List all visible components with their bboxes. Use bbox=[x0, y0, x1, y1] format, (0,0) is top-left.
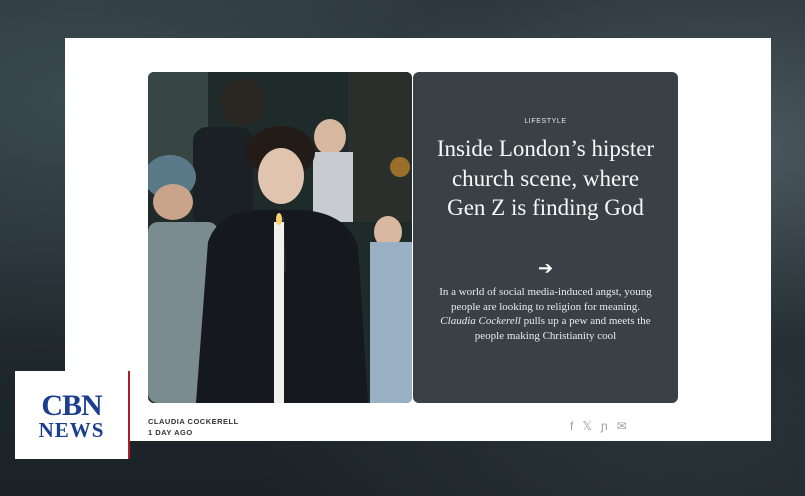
threads-icon[interactable]: ɲ bbox=[601, 419, 608, 433]
cbn-news-logo: CBN NEWS bbox=[15, 371, 130, 459]
article-photo[interactable] bbox=[148, 72, 412, 403]
x-icon[interactable]: 𝕏 bbox=[582, 419, 592, 433]
category-label[interactable]: LIFESTYLE bbox=[413, 118, 678, 125]
photo-illustration bbox=[148, 72, 412, 403]
share-bar: f 𝕏 ɲ ✉ bbox=[570, 419, 627, 433]
article-summary: In a world of social media-induced angst… bbox=[435, 285, 656, 343]
summary-lead: In a world of social media-induced angst… bbox=[439, 286, 652, 313]
email-icon[interactable]: ✉ bbox=[617, 419, 627, 433]
article-card[interactable]: LIFESTYLE Inside London’s hipster church… bbox=[65, 38, 771, 441]
byline: CLAUDIA COCKERELL 1 DAY AGO bbox=[148, 416, 239, 438]
article-text-panel[interactable]: LIFESTYLE Inside London’s hipster church… bbox=[413, 72, 678, 403]
summary-author: Claudia Cockerell bbox=[440, 315, 521, 327]
logo-cbn-text: CBN bbox=[41, 389, 102, 422]
arrow-right-icon[interactable]: ➔ bbox=[413, 258, 678, 279]
byline-time: 1 DAY AGO bbox=[148, 428, 193, 437]
facebook-icon[interactable]: f bbox=[570, 419, 573, 433]
byline-author[interactable]: CLAUDIA COCKERELL bbox=[148, 416, 239, 427]
logo-news-text: NEWS bbox=[38, 418, 105, 442]
article-headline[interactable]: Inside London’s hipster church scene, wh… bbox=[431, 134, 660, 223]
